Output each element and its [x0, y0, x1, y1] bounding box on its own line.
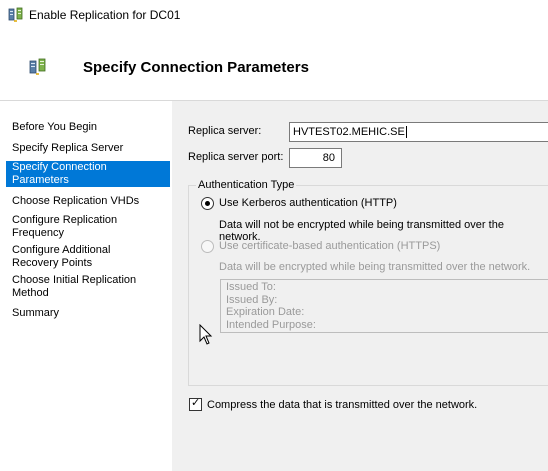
- compress-checkbox[interactable]: ✓: [189, 397, 202, 411]
- nav-item-label-line1: Configure Replication: [12, 214, 118, 226]
- nav-item-configure-additional-recovery-points[interactable]: Configure Additional Recovery Points: [6, 244, 168, 270]
- nav-item-label: Before You Begin: [12, 121, 98, 133]
- mouse-pointer-icon: [199, 324, 213, 345]
- nav-item-specify-connection-parameters[interactable]: Specify Connection Parameters: [6, 161, 170, 187]
- certificate-label[interactable]: Use certificate-based authentication (HT…: [219, 240, 440, 252]
- kerberos-label[interactable]: Use Kerberos authentication (HTTP): [219, 197, 397, 209]
- nav-item-label-line2: Frequency: [12, 227, 64, 239]
- wizard-nav: Before You Begin Specify Replica Server …: [0, 101, 172, 471]
- nav-item-before-you-begin[interactable]: Before You Begin: [6, 121, 168, 134]
- nav-item-label-line1: Specify Connection: [12, 161, 107, 173]
- certificate-details-box: Issued To: Issued By: Expiration Date: I…: [220, 279, 548, 333]
- nav-item-choose-replication-vhds[interactable]: Choose Replication VHDs: [6, 195, 168, 208]
- nav-item-label-line1: Choose Initial Replication: [12, 274, 137, 286]
- nav-item-summary[interactable]: Summary: [6, 307, 168, 320]
- nav-item-label-line2: Method: [12, 287, 49, 299]
- title-bar: Enable Replication for DC01: [0, 0, 548, 30]
- wizard-content: Replica server: HVTEST02.MEHIC.SE Replic…: [172, 101, 548, 471]
- authentication-legend: Authentication Type: [196, 179, 297, 191]
- issued-to-label: Issued To:: [226, 281, 276, 293]
- window-title: Enable Replication for DC01: [29, 8, 181, 22]
- nav-item-label-line2: Recovery Points: [12, 257, 93, 269]
- nav-item-label-line1: Configure Additional: [12, 244, 111, 256]
- text-caret: [405, 126, 407, 139]
- wizard-header: Specify Connection Parameters: [0, 30, 548, 100]
- intended-purpose-label: Intended Purpose:: [226, 318, 316, 331]
- kerberos-radio[interactable]: [201, 197, 214, 210]
- issued-by-label: Issued By:: [226, 293, 278, 306]
- replica-server-input[interactable]: HVTEST02.MEHIC.SE: [289, 122, 548, 142]
- nav-item-configure-replication-frequency[interactable]: Configure Replication Frequency: [6, 214, 168, 240]
- replica-port-label: Replica server port:: [188, 151, 284, 163]
- certificate-note: Data will be encrypted while being trans…: [219, 261, 531, 273]
- nav-item-label: Choose Replication VHDs: [12, 195, 140, 207]
- expiration-date-label: Expiration Date:: [226, 306, 305, 318]
- compress-label[interactable]: Compress the data that is transmitted ov…: [207, 399, 477, 411]
- server-replication-icon: [29, 58, 46, 75]
- replica-server-label: Replica server:: [188, 125, 262, 137]
- nav-item-label: Specify Replica Server: [12, 142, 124, 154]
- replica-port-input[interactable]: 80: [289, 148, 342, 168]
- certificate-radio[interactable]: [201, 240, 214, 253]
- page-title: Specify Connection Parameters: [83, 59, 309, 76]
- checkmark-icon: ✓: [191, 397, 201, 409]
- nav-item-label-line2: Parameters: [12, 174, 69, 186]
- replica-server-value: HVTEST02.MEHIC.SE: [293, 126, 405, 138]
- server-replication-icon: [8, 7, 23, 22]
- nav-item-specify-replica-server[interactable]: Specify Replica Server: [6, 142, 168, 155]
- nav-item-label: Summary: [12, 307, 60, 319]
- nav-item-choose-initial-replication-method[interactable]: Choose Initial Replication Method: [6, 274, 168, 300]
- replica-port-value: 80: [322, 152, 335, 164]
